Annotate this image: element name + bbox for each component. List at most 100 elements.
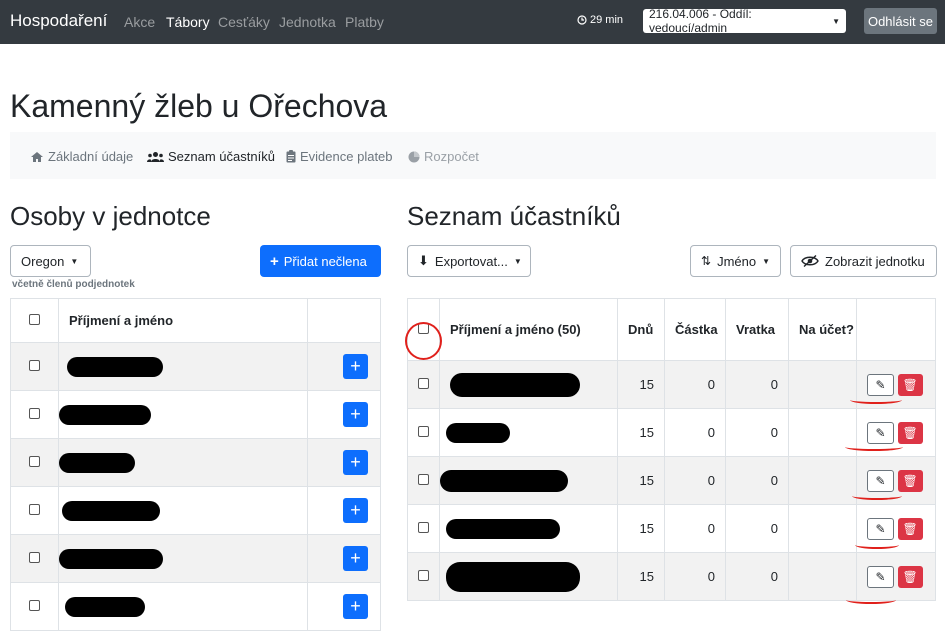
redacted-name <box>62 500 160 521</box>
home-icon <box>31 151 43 162</box>
redacted-name <box>440 469 568 492</box>
annotation-circle <box>405 322 442 360</box>
delete-button[interactable]: 🗑 <box>897 565 923 588</box>
nav-link-jednotka[interactable]: Jednotka <box>279 14 336 30</box>
to-account-cell <box>788 456 857 505</box>
unit-members-table: Příjmení a jméno + + + + + + <box>10 298 381 631</box>
column-header-actions <box>307 298 381 343</box>
page-title: Kamenný žleb u Ořechova <box>10 88 388 124</box>
add-person-button[interactable]: + <box>343 498 368 523</box>
nav-link-tabory[interactable]: Tábory <box>166 14 210 30</box>
table-header-row: Příjmení a jméno <box>10 298 381 343</box>
redacted-name <box>65 596 145 617</box>
redacted-name <box>446 518 560 539</box>
add-person-button[interactable]: + <box>343 450 368 475</box>
days-cell: 15 <box>617 408 665 457</box>
row-checkbox[interactable] <box>29 599 40 611</box>
table-row: + <box>10 486 381 535</box>
sort-dropdown[interactable]: ⇅ Jméno ▼ <box>690 245 781 277</box>
row-checkbox[interactable] <box>418 522 429 533</box>
table-row: + <box>10 438 381 487</box>
refund-cell: 0 <box>725 360 789 409</box>
delete-button[interactable]: 🗑 <box>897 517 923 540</box>
plus-icon: + <box>270 252 279 270</box>
delete-button[interactable]: 🗑 <box>897 421 923 444</box>
amount-cell: 0 <box>664 456 726 505</box>
show-unit-button[interactable]: Zobrazit jednotku <box>790 245 937 277</box>
to-account-cell <box>788 504 857 553</box>
row-checkbox[interactable] <box>418 378 429 389</box>
annotation-underline <box>846 596 896 604</box>
edit-button[interactable]: ✎ <box>867 421 894 444</box>
to-account-cell <box>788 552 857 601</box>
edit-button[interactable]: ✎ <box>867 373 894 396</box>
tab-participants[interactable]: Seznam účastníků <box>147 149 275 164</box>
add-nonmember-button[interactable]: + Přidat nečlena <box>260 245 381 277</box>
nav-link-platby[interactable]: Platby <box>345 14 384 30</box>
column-header-amount: Částka <box>664 298 726 361</box>
column-header-name: Příjmení a jméno <box>58 298 308 343</box>
amount-cell: 0 <box>664 360 726 409</box>
caret-down-icon: ▼ <box>70 256 79 266</box>
brand-link[interactable]: Hospodaření <box>10 11 107 31</box>
row-checkbox[interactable] <box>29 551 40 563</box>
column-header-refund: Vratka <box>725 298 789 361</box>
caret-down-icon: ▼ <box>513 256 522 266</box>
row-checkbox[interactable] <box>29 503 40 515</box>
unit-dropdown-label: Oregon <box>21 253 65 269</box>
tab-basic-info[interactable]: Základní údaje <box>30 149 133 164</box>
tab-label: Rozpočet <box>424 149 479 164</box>
tab-bar: Základní údaje Seznam účastníků Evidence… <box>10 132 936 179</box>
tab-label: Základní údaje <box>48 149 134 164</box>
refund-cell: 0 <box>725 552 789 601</box>
add-person-button[interactable]: + <box>343 594 368 619</box>
select-all-cell <box>10 298 59 343</box>
annotation-underline <box>850 396 902 404</box>
row-checkbox[interactable] <box>29 359 40 371</box>
logout-button[interactable]: Odhlásit se <box>864 8 937 34</box>
row-checkbox[interactable] <box>29 455 40 467</box>
edit-button[interactable]: ✎ <box>867 565 894 588</box>
delete-button[interactable]: 🗑 <box>897 469 923 492</box>
column-header-actions <box>856 298 936 361</box>
role-select-value: 216.04.006 - Oddíl: vedoucí/admin <box>649 7 752 35</box>
clipboard-icon <box>286 150 296 163</box>
caret-down-icon: ▼ <box>832 16 840 26</box>
row-checkbox[interactable] <box>418 570 429 581</box>
table-row: 15 0 0 ✎ 🗑 <box>407 552 936 601</box>
add-person-button[interactable]: + <box>343 546 368 571</box>
caret-down-icon: ▼ <box>762 256 771 266</box>
add-person-button[interactable]: + <box>343 402 368 427</box>
annotation-underline <box>855 541 899 549</box>
edit-button[interactable]: ✎ <box>867 469 894 492</box>
tab-budget: Rozpočet <box>408 149 479 164</box>
table-row: + <box>10 390 381 439</box>
nav-link-cestaky[interactable]: Cesťáky <box>218 14 270 30</box>
unit-dropdown[interactable]: Oregon ▼ <box>10 245 91 277</box>
annotation-underline <box>852 492 902 500</box>
select-all-checkbox[interactable] <box>29 314 40 325</box>
download-icon: ⬇ <box>418 253 429 268</box>
add-person-button[interactable]: + <box>343 354 368 379</box>
to-account-cell <box>788 360 857 409</box>
row-checkbox[interactable] <box>29 407 40 419</box>
row-checkbox[interactable] <box>418 474 429 485</box>
edit-button[interactable]: ✎ <box>867 517 894 540</box>
export-dropdown[interactable]: ⬇ Exportovat... ▼ <box>407 245 531 277</box>
redacted-name <box>59 452 135 473</box>
timer-text: 29 min <box>590 14 624 26</box>
role-select[interactable]: 216.04.006 - Oddíl: vedoucí/admin ▼ <box>643 7 846 35</box>
tab-label: Seznam účastníků <box>168 149 275 164</box>
row-checkbox[interactable] <box>418 426 429 437</box>
table-header-row: Příjmení a jméno (50) Dnů Částka Vratka … <box>407 298 936 361</box>
refund-cell: 0 <box>725 456 789 505</box>
session-timer: 29 min <box>577 14 623 26</box>
redacted-name <box>59 404 151 425</box>
days-cell: 15 <box>617 552 665 601</box>
right-heading: Seznam účastníků <box>407 201 621 231</box>
table-row: + <box>10 534 381 583</box>
sort-label: Jméno <box>717 253 757 269</box>
nav-link-akce[interactable]: Akce <box>124 14 155 30</box>
tab-payments[interactable]: Evidence plateb <box>286 149 393 164</box>
delete-button[interactable]: 🗑 <box>897 373 923 396</box>
